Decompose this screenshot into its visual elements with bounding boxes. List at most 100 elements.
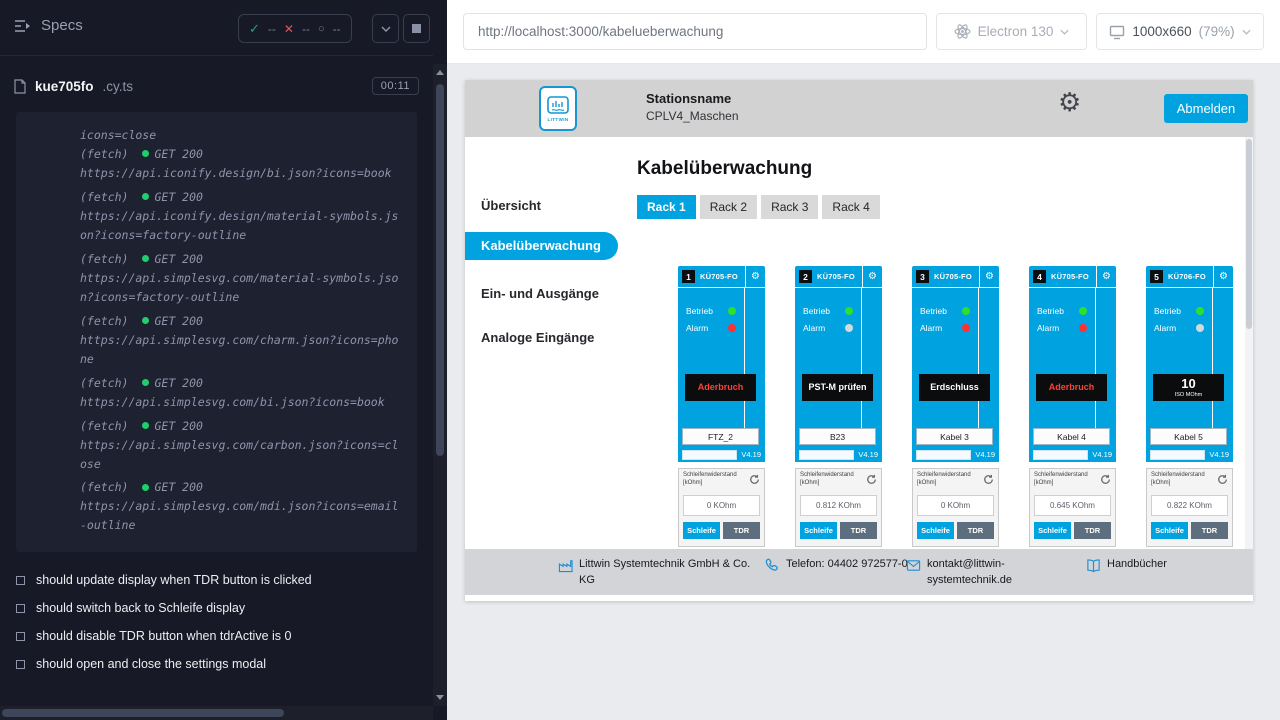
sidebar-item-kabelueberwachung[interactable]: Kabelüberwachung [465,232,618,260]
tab-rack-4[interactable]: Rack 4 [822,195,879,219]
firmware-version: V4.19 [975,450,995,459]
browser-name: Electron 130 [978,24,1054,39]
log-entry[interactable]: (fetch)GET 200 https://api.simplesvg.com… [80,312,403,369]
station-name: CPLV4_Maschen [646,109,739,123]
reporter-vertical-scrollbar[interactable] [433,64,447,706]
footer-manuals-link[interactable]: Handbücher [1086,557,1167,573]
app-scroll-thumb[interactable] [1246,139,1252,329]
sidebar-item-analoge-eingaenge[interactable]: Analoge Eingänge [465,324,594,352]
cable-name: B23 [799,428,876,445]
version-row: V4.19 [916,449,995,460]
pending-count: -- [333,22,341,36]
log-url: https://api.simplesvg.com/material-symbo… [80,269,403,307]
status-text: Erdschluss [930,383,979,393]
device-card-header: 3 KÜ705-FO ⚙ [912,266,999,288]
status-display: 10 ISO MOhm [1153,374,1224,401]
refresh-icon[interactable] [1217,472,1228,490]
log-entry[interactable]: (fetch)GET 200 https://api.iconify.desig… [80,188,403,245]
refresh-icon[interactable] [983,472,994,490]
version-row: V4.19 [1150,449,1229,460]
refresh-icon[interactable] [749,472,760,490]
rack-tabs: Rack 1 Rack 2 Rack 3 Rack 4 [637,195,1253,219]
footer-phone: Telefon: 04402 972577-0 [765,557,916,573]
app-scrollbar[interactable] [1245,137,1253,549]
browser-select[interactable]: Electron 130 [936,13,1087,50]
pending-icon: ○ [318,23,325,35]
test-state-icon [16,604,25,613]
viewport-icon [1109,24,1125,40]
stop-run-button[interactable] [403,14,430,43]
tab-rack-3[interactable]: Rack 3 [761,195,818,219]
test-item[interactable]: should switch back to Schleife display [0,594,433,622]
device-settings-button[interactable]: ⚙ [745,266,765,288]
device-settings-button[interactable]: ⚙ [1213,266,1233,288]
schleife-button[interactable]: Schleife [683,522,720,539]
test-item[interactable]: should open and close the settings modal [0,650,433,678]
sidebar-item-ein-und-ausgaenge[interactable]: Ein- und Ausgänge [465,280,599,308]
horizontal-scroll-thumb[interactable] [2,709,284,717]
refresh-icon[interactable] [1100,472,1111,490]
tdr-button[interactable]: TDR [1191,522,1228,539]
log-entry[interactable]: (fetch)GET 200 https://api.iconify.desig… [80,145,403,183]
vertical-scroll-thumb[interactable] [436,84,444,456]
station-label: Stationsname [646,91,739,106]
measurement-panel: Schleifenwiderstand [kOhm] [795,468,882,547]
chevron-down-icon [1060,29,1069,35]
test-item[interactable]: should update display when TDR button is… [0,566,433,594]
collapse-panel-button[interactable] [372,14,399,43]
firmware-version: V4.19 [1092,450,1112,459]
log-status: GET 200 [154,147,202,161]
settings-gear-icon[interactable]: ⚙ [1058,90,1081,116]
device-settings-button[interactable]: ⚙ [862,266,882,288]
device-settings-button[interactable]: ⚙ [979,266,999,288]
tdr-button[interactable]: TDR [723,522,760,539]
reporter-header: Specs ✓ -- ✕ -- ○ -- [0,0,433,56]
scroll-up-icon[interactable] [436,70,444,75]
schleife-button[interactable]: Schleife [800,522,837,539]
passed-icon: ✓ [249,21,260,37]
tab-rack-1[interactable]: Rack 1 [637,195,696,219]
cable-name: FTZ_2 [682,428,759,445]
log-entry[interactable]: (fetch)GET 200 https://api.simplesvg.com… [80,417,403,474]
version-row: V4.19 [682,449,761,460]
cable-name: Kabel 4 [1033,428,1110,445]
tdr-button[interactable]: TDR [1074,522,1111,539]
measurement-value: 0 KOhm [917,495,994,516]
log-status: GET 200 [154,252,202,266]
reporter-horizontal-scrollbar[interactable] [0,706,433,720]
spec-file-row[interactable]: kue705fo.cy.ts 00:11 [0,70,433,102]
test-title: should switch back to Schleife display [36,601,245,615]
device-card-header: 1 KÜ705-FO ⚙ [678,266,765,288]
betrieb-label: Betrieb [1154,306,1196,316]
device-settings-button[interactable]: ⚙ [1096,266,1116,288]
viewport-select[interactable]: 1000x660 (79%) [1096,13,1264,50]
measurement-label: Schleifenwiderstand [kOhm] [917,472,977,487]
scrollbar-corner [433,706,447,720]
device-module: 4 KÜ705-FO ⚙ Betrieb [1029,266,1116,462]
schleife-button[interactable]: Schleife [917,522,954,539]
log-entry[interactable]: (fetch)GET 200 https://api.simplesvg.com… [80,250,403,307]
url-input[interactable] [463,13,927,50]
measurement-value: 0.822 KOhm [1151,495,1228,516]
tab-rack-2[interactable]: Rack 2 [700,195,757,219]
scroll-down-icon[interactable] [436,695,444,700]
log-entry[interactable]: (fetch)GET 200 https://api.simplesvg.com… [80,374,403,412]
log-request-type: (fetch) [80,190,128,204]
littwin-logo-icon [547,96,569,116]
logout-button[interactable]: Abmelden [1164,94,1248,123]
refresh-icon[interactable] [866,472,877,490]
status-dot-icon [142,317,149,324]
tdr-button[interactable]: TDR [957,522,994,539]
station-info: Stationsname CPLV4_Maschen [646,91,739,123]
test-state-icon [16,660,25,669]
test-item[interactable]: should disable TDR button when tdrActive… [0,622,433,650]
schleife-button[interactable]: Schleife [1034,522,1071,539]
sidebar-item-uebersicht[interactable]: Übersicht [465,192,541,220]
log-entry[interactable]: (fetch)GET 200 https://api.simplesvg.com… [80,478,403,535]
led-panel: Betrieb Alarm [1146,302,1233,336]
specs-menu-button[interactable]: Specs [14,17,83,34]
device-cards: 1 KÜ705-FO ⚙ Betrieb [678,266,1253,547]
tdr-button[interactable]: TDR [840,522,877,539]
betrieb-label: Betrieb [803,306,845,316]
schleife-button[interactable]: Schleife [1151,522,1188,539]
